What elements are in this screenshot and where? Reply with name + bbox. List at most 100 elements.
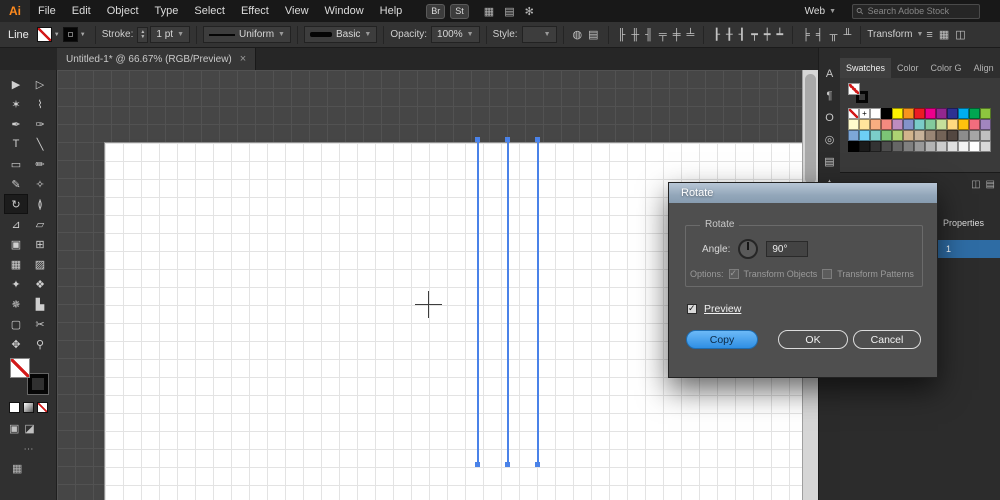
pen-tool[interactable]: ✒ (4, 114, 28, 134)
align-left-icon[interactable]: ╟ (615, 29, 629, 41)
distribute-right-icon[interactable]: ┨ (736, 28, 749, 41)
draw-normal-icon[interactable]: ▣ (9, 422, 19, 435)
selected-layer-row[interactable]: 1 (938, 240, 1000, 258)
swatch[interactable] (903, 119, 914, 130)
distribute-center-icon[interactable]: ╂ (723, 28, 736, 41)
menu-item[interactable]: Select (186, 0, 233, 22)
fill-swatch[interactable] (10, 358, 30, 378)
stroke-weight-stepper[interactable]: ▲ ▼ (137, 26, 149, 43)
swatch[interactable] (903, 108, 914, 119)
transform-label[interactable]: Transform (867, 29, 912, 40)
swatch[interactable] (914, 119, 925, 130)
copy-button[interactable]: Copy (686, 330, 758, 349)
mesh-tool[interactable]: ▦ (4, 254, 28, 274)
menu-item[interactable]: Help (372, 0, 411, 22)
swatch[interactable] (958, 119, 969, 130)
dialog-title-bar[interactable]: Rotate (669, 183, 937, 203)
swatch[interactable] (969, 108, 980, 119)
swatch[interactable] (969, 141, 980, 152)
distribute-left-icon[interactable]: ┠ (710, 28, 723, 41)
swatch[interactable] (859, 119, 870, 130)
column-graph-tool[interactable]: ▙ (28, 294, 52, 314)
color-button[interactable] (9, 402, 20, 413)
align-right-icon[interactable]: ╢ (642, 29, 656, 41)
arrange-documents-icon[interactable]: ▦ (479, 5, 499, 18)
align-to-artboard-icon[interactable]: ╨ (840, 29, 854, 41)
swatch[interactable] (947, 119, 958, 130)
swatch[interactable] (958, 108, 969, 119)
swatch[interactable] (859, 141, 870, 152)
path-line[interactable] (505, 137, 510, 467)
opentype-panel-icon[interactable]: O (825, 112, 834, 125)
swatch[interactable] (881, 119, 892, 130)
rotate-dial[interactable] (738, 239, 759, 259)
swatch[interactable] (903, 130, 914, 141)
free-transform-tool[interactable]: ▱ (28, 214, 52, 234)
swatch[interactable] (914, 130, 925, 141)
swatch[interactable] (947, 108, 958, 119)
transform-patterns-checkbox[interactable] (822, 269, 833, 279)
swatch[interactable] (848, 130, 859, 141)
swatch[interactable] (947, 130, 958, 141)
hand-tool[interactable]: ✥ (4, 334, 28, 354)
brush-definition-dropdown[interactable]: Basic ▼ (303, 26, 378, 43)
panel-tab[interactable]: Swatches (840, 58, 892, 78)
blend-tool[interactable]: ❖ (28, 274, 52, 294)
swatch[interactable] (969, 130, 980, 141)
stroke-swatch[interactable] (28, 374, 48, 394)
distribute-middle-icon[interactable]: ┿ (761, 28, 774, 41)
fill-color-well[interactable] (36, 27, 52, 42)
type-tool[interactable]: T (4, 134, 28, 154)
panel-tab[interactable]: Color G (925, 58, 968, 78)
eyedropper-tool[interactable]: ✦ (4, 274, 28, 294)
align-center-icon[interactable]: ╫ (628, 29, 642, 41)
swatch[interactable] (980, 119, 991, 130)
menu-item[interactable]: Window (317, 0, 372, 22)
align-top-icon[interactable]: ╤ (656, 29, 670, 41)
edit-toolbar-icon[interactable]: ⋯ (0, 444, 57, 455)
isolate-selection-icon[interactable]: ◫ (952, 28, 968, 41)
menu-item[interactable]: Object (99, 0, 147, 22)
swatch[interactable] (859, 130, 870, 141)
menu-item[interactable]: File (30, 0, 64, 22)
distribute-bottom-icon[interactable]: ┷ (773, 28, 786, 41)
swatch[interactable] (903, 141, 914, 152)
stock-search-input[interactable] (867, 6, 975, 16)
menu-item[interactable]: Edit (64, 0, 99, 22)
menu-item[interactable]: View (277, 0, 317, 22)
paintbrush-tool[interactable]: ✏ (28, 154, 52, 174)
swatch[interactable] (958, 141, 969, 152)
swatch[interactable] (980, 108, 991, 119)
swatch[interactable] (881, 141, 892, 152)
rectangle-tool[interactable]: ▭ (4, 154, 28, 174)
swatch[interactable] (969, 119, 980, 130)
swatch[interactable] (947, 141, 958, 152)
perspective-grid-tool[interactable]: ⊞ (28, 234, 52, 254)
swatch[interactable] (892, 108, 903, 119)
swatch[interactable] (870, 141, 881, 152)
properties-panel-tab[interactable]: Properties (943, 218, 984, 228)
stroke-color-well[interactable] (62, 27, 78, 42)
swatch[interactable] (925, 141, 936, 152)
slice-tool[interactable]: ✂ (28, 314, 52, 334)
align-bottom-icon[interactable]: ╧ (684, 29, 698, 41)
shaper-tool[interactable]: ✧ (28, 174, 52, 194)
cancel-button[interactable]: Cancel (853, 330, 921, 349)
curvature-tool[interactable]: ✑ (28, 114, 52, 134)
swatch[interactable] (925, 130, 936, 141)
swatch[interactable] (958, 130, 969, 141)
align-middle-icon[interactable]: ╪ (670, 29, 684, 41)
menu-item[interactable]: Effect (233, 0, 277, 22)
appearance-panel-icon[interactable]: ◎ (825, 134, 835, 147)
line-segment-tool[interactable]: ╲ (28, 134, 52, 154)
workspace-switcher[interactable]: Web ▼ (805, 6, 836, 17)
panel-tab[interactable]: Color (891, 58, 925, 78)
character-panel-icon[interactable]: A (826, 68, 833, 81)
swatch[interactable] (881, 108, 892, 119)
path-line[interactable] (475, 137, 480, 467)
lasso-tool[interactable]: ⌇ (28, 94, 52, 114)
width-profile-dropdown[interactable]: Uniform ▼ (203, 26, 291, 43)
chevron-down-icon[interactable]: ▼ (54, 32, 60, 38)
zoom-tool[interactable]: ⚲ (28, 334, 52, 354)
transform-objects-checkbox[interactable] (728, 268, 739, 279)
